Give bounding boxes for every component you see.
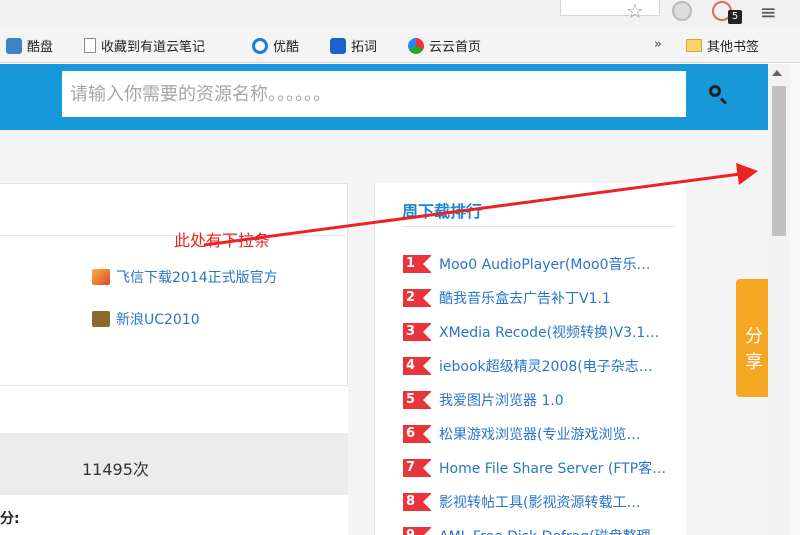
download-link-fetion[interactable]: 飞信下载2014正式版官方 — [92, 267, 278, 287]
download-link-uc[interactable]: 新浪UC2010 — [92, 309, 200, 329]
rank-number-badge: 3 — [403, 323, 432, 341]
score-label: 分: — [0, 511, 20, 527]
ranking-title: 周下载排行 — [402, 202, 483, 221]
bookmark-label: 云云首页 — [429, 40, 482, 55]
ranking-item[interactable]: 2 酷我音乐盒去广告补丁V1.1 — [403, 287, 675, 309]
ranking-item[interactable]: 8 影视转帖工具(影视资源转载工… — [403, 491, 675, 513]
search-icon — [709, 85, 721, 97]
ranking-item[interactable]: 5 我爱图片浏览器 1.0 — [403, 389, 675, 411]
ranking-item-label: 我爱图片浏览器 1.0 — [439, 393, 564, 409]
download-link-label: 新浪UC2010 — [116, 312, 200, 328]
scroll-up-arrow-icon[interactable] — [772, 70, 782, 76]
ranking-item[interactable]: 7 Home File Share Server (FTP客… — [403, 457, 675, 479]
bookmark-star-icon[interactable]: ☆ — [626, 0, 644, 23]
bookmark-other-folder[interactable]: 其他书签 — [686, 36, 759, 55]
address-bar[interactable] — [560, 0, 660, 16]
search-button[interactable] — [706, 82, 730, 106]
rank-number-badge: 9 — [403, 527, 432, 535]
bookmark-kupan[interactable]: 酷盘 — [6, 36, 53, 55]
search-box — [62, 71, 728, 117]
ranking-item-label: Home File Share Server (FTP客… — [439, 461, 667, 477]
share-button[interactable]: 分享 — [736, 279, 768, 397]
bookmarks-more-button[interactable]: » — [654, 37, 662, 52]
ranking-item-label: AML Free Disk Defrag(磁盘整理… — [439, 526, 675, 535]
bookmark-label: 酷盘 — [27, 40, 54, 55]
fetion-icon — [92, 269, 110, 285]
ranking-item-label: 松果游戏浏览器(专业游戏浏览… — [439, 427, 641, 443]
scrollbar[interactable] — [768, 64, 790, 535]
extension-icon[interactable] — [672, 1, 692, 21]
bookmark-label: 优酷 — [273, 40, 300, 55]
youku-icon — [252, 37, 268, 54]
download-count-bar — [0, 433, 348, 495]
yunyun-icon — [408, 37, 424, 54]
bookmark-youku[interactable]: 优酷 — [252, 36, 299, 55]
scrollbar-thumb[interactable] — [772, 86, 786, 236]
bookmark-tuoci[interactable]: 拓词 — [330, 36, 377, 55]
bookmark-label: 其他书签 — [707, 40, 760, 55]
annotation-text: 此处有下拉条 — [174, 231, 271, 250]
ranking-item[interactable]: 6 松果游戏浏览器(专业游戏浏览… — [403, 423, 675, 445]
ranking-item[interactable]: 4 iebook超级精灵2008(电子杂志… — [403, 355, 675, 377]
download-link-label: 飞信下载2014正式版官方 — [116, 270, 278, 286]
ranking-item[interactable]: 3 XMedia Recode(视频转换)V3.1… — [403, 321, 675, 343]
ranking-item[interactable]: 1 Moo0 AudioPlayer(Moo0音乐… — [403, 253, 675, 275]
bookmark-yunyun[interactable]: 云云首页 — [408, 36, 481, 55]
bookmarks-bar: 酷盘 收藏到有道云笔记 优酷 拓词 云云首页 » 其他书签 — [0, 28, 800, 63]
ranking-item[interactable]: 9 AML Free Disk Defrag(磁盘整理… — [403, 525, 675, 535]
ranking-item-label: Moo0 AudioPlayer(Moo0音乐… — [439, 257, 651, 273]
download-count: 11495次 — [82, 460, 149, 479]
rank-number-badge: 8 — [403, 493, 432, 511]
rank-number-badge: 7 — [403, 459, 432, 477]
background-strip — [790, 64, 800, 535]
ranking-divider — [402, 226, 676, 227]
page-icon — [84, 38, 96, 53]
extension-badge: 5 — [728, 10, 742, 24]
kupan-icon — [6, 37, 22, 54]
folder-icon — [686, 39, 702, 52]
ranking-item-label: XMedia Recode(视频转换)V3.1… — [439, 325, 660, 341]
bookmark-label: 收藏到有道云笔记 — [101, 40, 206, 55]
rank-number-badge: 4 — [403, 357, 432, 375]
divider — [0, 235, 346, 236]
ranking-item-label: 酷我音乐盒去广告补丁V1.1 — [439, 291, 611, 307]
rank-number-badge: 2 — [403, 289, 432, 307]
menu-icon[interactable]: ≡ — [760, 0, 777, 24]
tuoci-icon — [330, 37, 346, 54]
rank-number-badge: 1 — [403, 255, 432, 273]
bookmark-label: 拓词 — [351, 40, 378, 55]
site-header — [0, 64, 768, 130]
uc-icon — [92, 311, 110, 327]
ranking-item-label: 影视转帖工具(影视资源转载工… — [439, 495, 641, 511]
rank-number-badge: 6 — [403, 425, 432, 443]
search-input[interactable] — [68, 71, 628, 117]
ranking-item-label: iebook超级精灵2008(电子杂志… — [439, 359, 653, 375]
browser-toolbar: ☆ 5 ≡ — [0, 0, 800, 28]
bookmark-youdao-note[interactable]: 收藏到有道云笔记 — [84, 36, 205, 55]
rank-number-badge: 5 — [403, 391, 432, 409]
